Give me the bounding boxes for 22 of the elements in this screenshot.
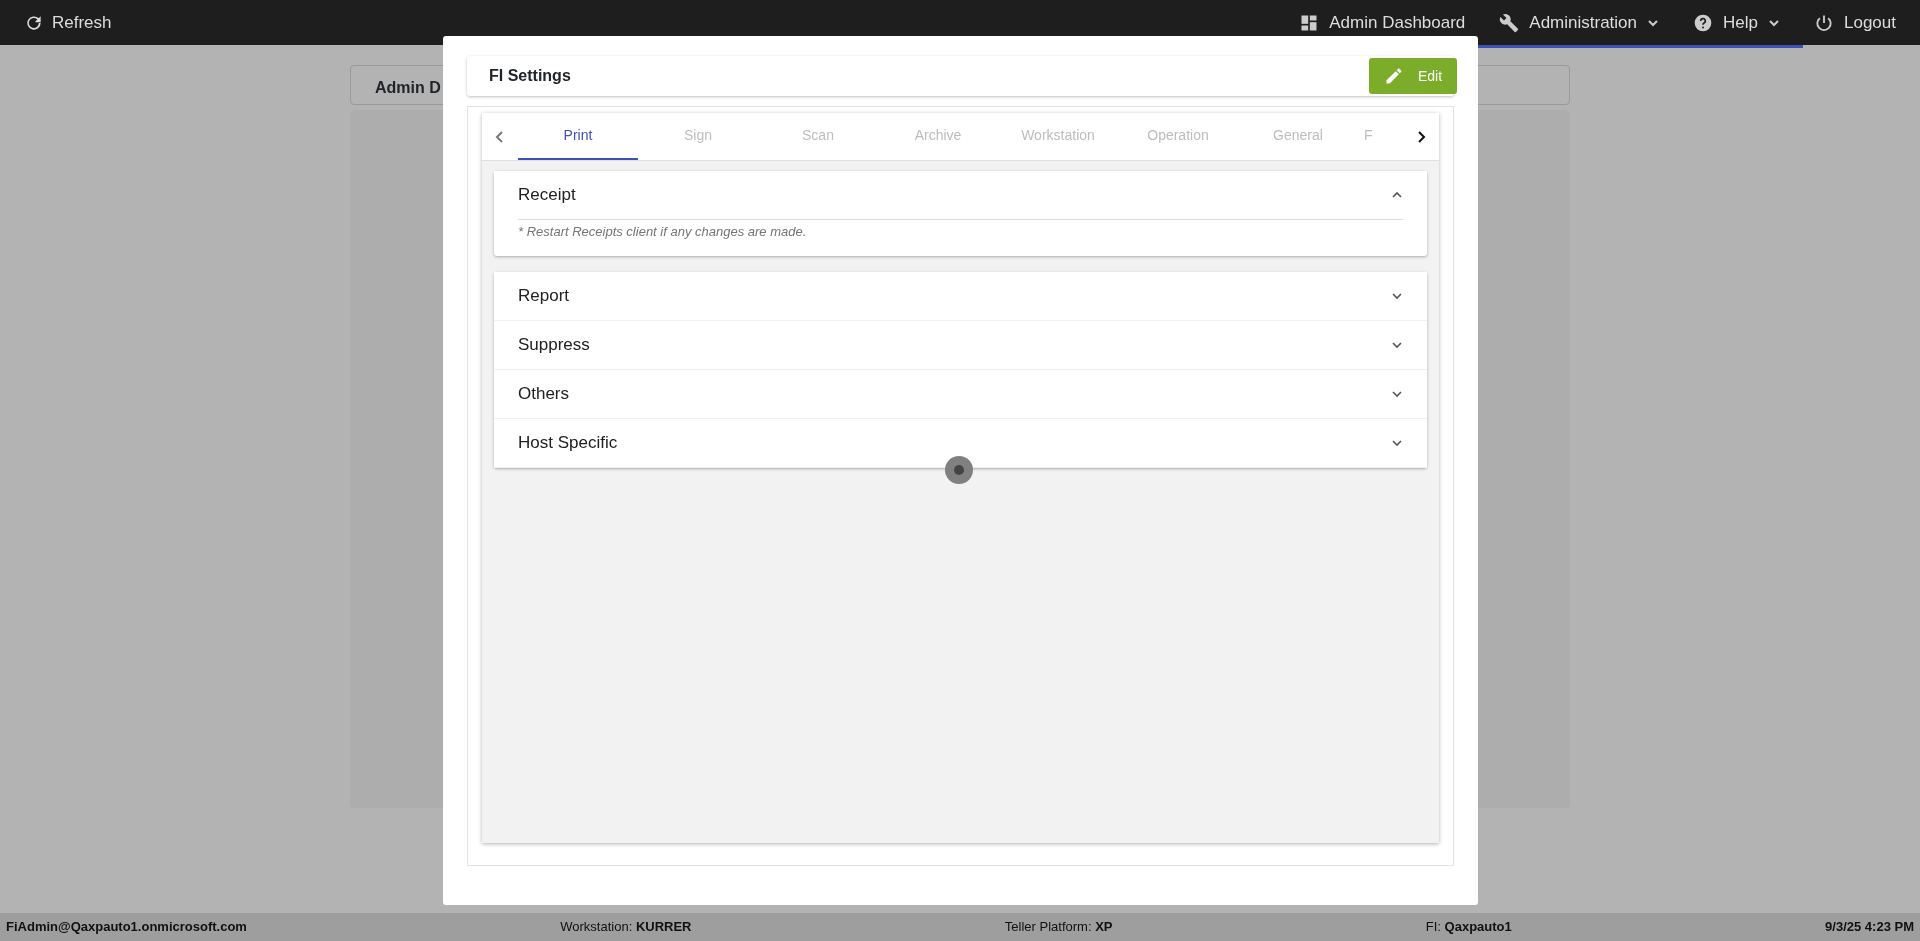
nav-link[interactable]: Logout xyxy=(1814,9,1896,36)
nav-link[interactable]: Help xyxy=(1693,9,1780,36)
loading-spinner-icon xyxy=(945,456,973,484)
nav-link[interactable]: Admin Dashboard xyxy=(1299,9,1466,36)
section-header[interactable]: Receipt xyxy=(494,171,1427,219)
section-header[interactable]: Suppress xyxy=(494,320,1427,369)
status-text: FI: Qaxpauto1 xyxy=(1425,918,1512,937)
section-header[interactable]: Host Specific xyxy=(494,418,1427,467)
section-header[interactable]: Others xyxy=(494,369,1427,418)
help-icon xyxy=(1693,12,1714,33)
refresh-button[interactable]: Refresh xyxy=(24,9,112,36)
note-text: * Restart Receipts client if any changes are made. xyxy=(518,219,1403,256)
chevron-right-icon xyxy=(1415,129,1427,144)
status-text: Workstation: KURRER xyxy=(560,918,692,937)
status-text: 9/3/25 4:23 PM xyxy=(1825,918,1914,937)
status-text: Teller Platform: XP xyxy=(1004,918,1113,937)
status-text: FiAdmin@Qaxpauto1.onmicrosoft.com xyxy=(6,918,247,937)
section-header[interactable]: Report xyxy=(494,271,1427,320)
nav-link[interactable]: Administration xyxy=(1499,9,1660,36)
dialog-title: FI Settings xyxy=(489,66,571,86)
chevron-left-icon xyxy=(494,129,506,144)
wrench-icon xyxy=(1499,12,1520,33)
